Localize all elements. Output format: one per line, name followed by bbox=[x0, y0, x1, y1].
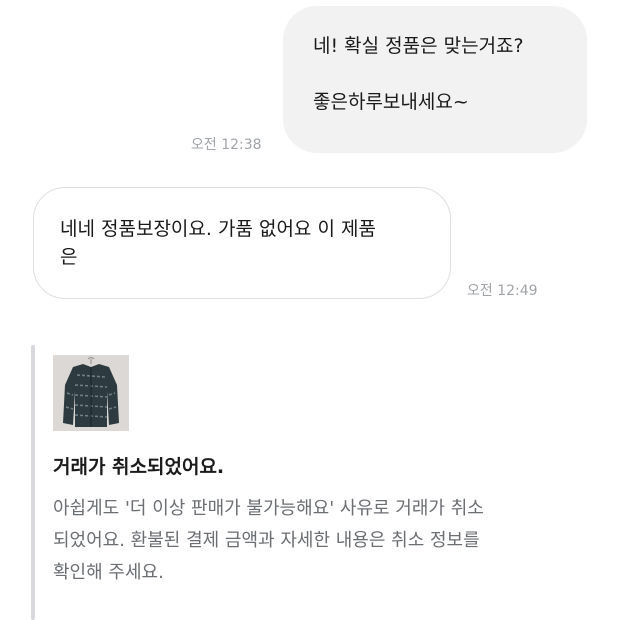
chat-thread: 네! 확실 정품은 맞는거죠? 좋은하루보내세요~ 오전 12:38 네네 정품… bbox=[0, 0, 620, 620]
received-message-time: 오전 12:49 bbox=[467, 283, 538, 299]
notice-body: 아쉽게도 '더 이상 판매가 불가능해요' 사유로 거래가 취소되었어요. 환불… bbox=[53, 498, 484, 583]
notice-title: 거래가 취소되었어요. bbox=[53, 456, 225, 478]
received-message-bubble[interactable]: 네네 정품보장이요. 가품 없어요 이 제품 은 bbox=[33, 187, 451, 299]
trade-cancelled-notice[interactable]: 거래가 취소되었어요. 아쉽게도 '더 이상 판매가 불가능해요' 사유로 거래… bbox=[31, 345, 591, 620]
notice-accent-bar bbox=[31, 345, 35, 620]
sent-message-time: 오전 12:38 bbox=[191, 137, 262, 153]
jacket-product-photo-icon bbox=[53, 355, 129, 431]
product-thumbnail[interactable] bbox=[53, 355, 129, 431]
sent-message-bubble[interactable]: 네! 확실 정품은 맞는거죠? 좋은하루보내세요~ bbox=[283, 6, 587, 153]
